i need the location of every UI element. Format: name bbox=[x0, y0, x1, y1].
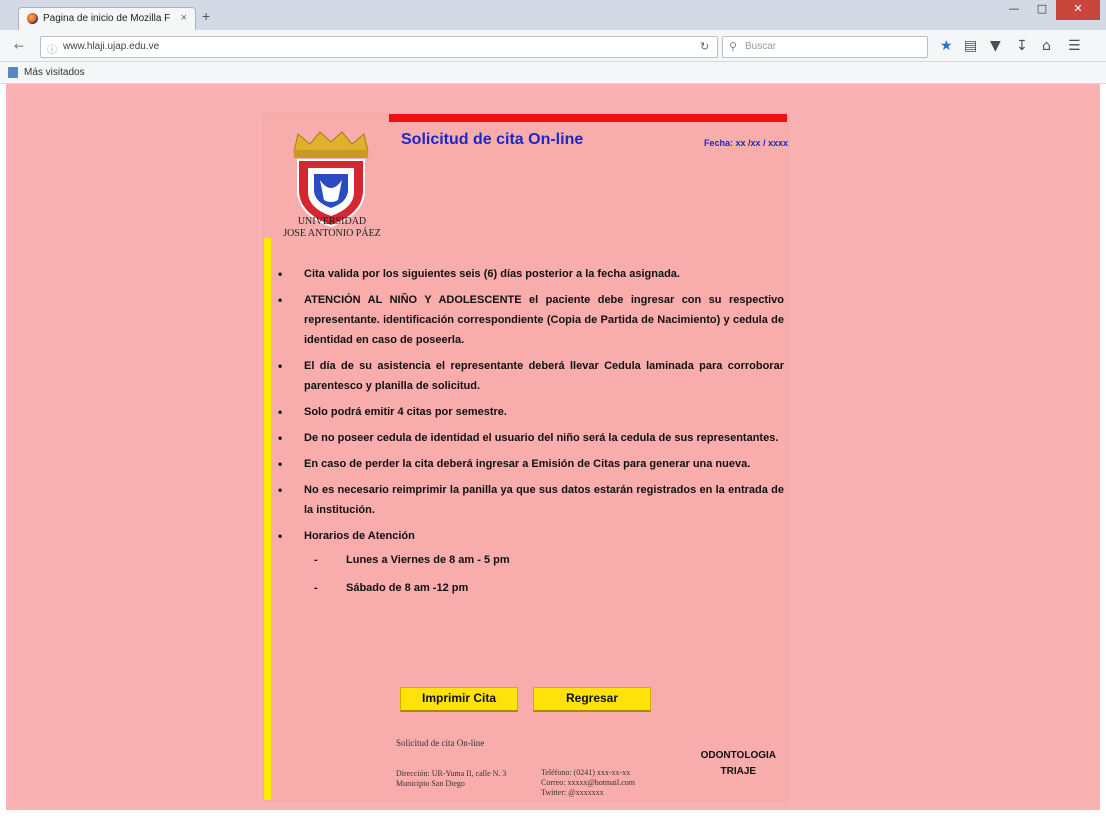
list-item: • De no poseer cedula de identidad el usu… bbox=[278, 428, 784, 448]
bullet: • bbox=[278, 293, 283, 307]
bookmarks-list-icon[interactable]: ▤ bbox=[964, 38, 977, 54]
list-item: • El día de su asistencia el representant… bbox=[278, 356, 784, 396]
rule-text: Solo podrá emitir 4 citas por semestre. bbox=[304, 406, 507, 418]
hours-text: Lunes a Viernes de 8 am - 5 pm bbox=[346, 554, 510, 566]
footer-title: Solicitud de cita On-line bbox=[396, 738, 485, 748]
navigation-bar: ← ⓘ www.hlaji.ujap.edu.ve ↻ ⚲ Buscar ★ ▤… bbox=[0, 30, 1106, 62]
list-item: • Solo podrá emitir 4 citas por semestre. bbox=[278, 402, 784, 422]
date-field: Fecha: xx /xx / xxxx bbox=[703, 138, 788, 148]
footer-address: Dirección: UR-Yuma II, calle N. 3 Munici… bbox=[396, 769, 506, 789]
rule-text: No es necesario reimprimir la panilla ya… bbox=[304, 484, 784, 516]
reload-icon[interactable]: ↻ bbox=[700, 40, 709, 53]
footer-address-line1: Dirección: UR-Yuma II, calle N. 3 bbox=[396, 769, 507, 778]
rules-list: • Cita valida por los siguientes seis (6)… bbox=[278, 264, 784, 606]
home-icon[interactable]: ⌂ bbox=[1042, 38, 1051, 54]
hours-row: - Lunes a Viernes de 8 am - 5 pm bbox=[304, 550, 784, 570]
search-input[interactable]: ⚲ Buscar bbox=[722, 36, 928, 58]
dash: - bbox=[314, 554, 318, 566]
close-window-icon[interactable]: ✕ bbox=[1056, 0, 1100, 20]
list-item: • No es necesario reimprimir la panilla y… bbox=[278, 480, 784, 520]
back-button[interactable]: Regresar bbox=[533, 687, 651, 712]
page-title: Solicitud de cita On-line bbox=[401, 131, 584, 148]
university-name-line2: JOSE ANTONIO PÁEZ bbox=[283, 228, 381, 239]
bullet: • bbox=[278, 431, 283, 445]
print-appointment-button[interactable]: Imprimir Cita bbox=[400, 687, 518, 712]
browser-tab[interactable]: Pagina de inicio de Mozilla F × bbox=[18, 7, 196, 30]
appointment-document: UNIVERSIDAD JOSE ANTONIO PÁEZ Solicitud … bbox=[264, 114, 788, 800]
hours-title: Horarios de Atención bbox=[304, 530, 415, 542]
page-content: UNIVERSIDAD JOSE ANTONIO PÁEZ Solicitud … bbox=[6, 84, 1100, 810]
url-text: www.hlaji.ujap.edu.ve bbox=[63, 41, 160, 52]
bullet: • bbox=[278, 405, 283, 419]
list-item: • Cita valida por los siguientes seis (6)… bbox=[278, 264, 784, 284]
rule-text: En caso de perder la cita deberá ingresa… bbox=[304, 458, 751, 470]
list-item: • En caso de perder la cita deberá ingres… bbox=[278, 454, 784, 474]
university-name-line1: UNIVERSIDAD bbox=[297, 216, 367, 227]
bullet: • bbox=[278, 359, 283, 373]
maximize-icon[interactable]: □ bbox=[1028, 0, 1056, 20]
university-name: UNIVERSIDAD JOSE ANTONIO PÁEZ bbox=[270, 216, 394, 240]
search-icon: ⚲ bbox=[729, 41, 738, 53]
bookmark-star-icon[interactable]: ★ bbox=[940, 38, 953, 54]
footer-contact: Teléfono: (0241) xxx-xx-xx Correo: xxxxx… bbox=[541, 768, 635, 798]
list-item: • ATENCIÓN AL NIÑO Y ADOLESCENTE el pacie… bbox=[278, 290, 784, 350]
rule-text: Cita valida por los siguientes seis (6) … bbox=[304, 268, 680, 280]
bullet: • bbox=[278, 483, 283, 497]
site-info-icon[interactable]: ⓘ bbox=[47, 41, 57, 56]
bookmark-most-visited[interactable]: Más visitados bbox=[24, 67, 85, 78]
header-red-bar bbox=[389, 114, 787, 122]
url-bar[interactable]: ⓘ www.hlaji.ujap.edu.ve bbox=[40, 36, 718, 58]
bullet: • bbox=[278, 529, 283, 543]
menu-icon[interactable]: ☰ bbox=[1068, 38, 1081, 54]
rule-text: De no poseer cedula de identidad el usua… bbox=[304, 432, 779, 444]
close-tab-icon[interactable]: × bbox=[181, 12, 187, 24]
window-controls: — □ ✕ bbox=[1000, 0, 1100, 22]
hours-list: - Lunes a Viernes de 8 am - 5 pm - Sábado … bbox=[304, 550, 784, 598]
search-placeholder: Buscar bbox=[745, 41, 777, 52]
title-bar: Pagina de inicio de Mozilla F × + — □ ✕ bbox=[0, 0, 1106, 30]
minimize-icon[interactable]: — bbox=[1000, 0, 1028, 20]
footer-twitter: Twitter: @xxxxxxx bbox=[541, 788, 604, 797]
footer-email: Correo: xxxxx@hotmail.com bbox=[541, 778, 636, 787]
footer-phone: Teléfono: (0241) xxx-xx-xx bbox=[541, 768, 631, 777]
new-tab-button[interactable]: + bbox=[202, 8, 210, 24]
firefox-icon bbox=[27, 13, 38, 24]
footer-dept-line2: TRIAJE bbox=[720, 766, 757, 777]
footer-address-line2: Municipio San Diego bbox=[396, 779, 465, 788]
hours-row: - Sábado de 8 am -12 pm bbox=[304, 578, 784, 598]
dash: - bbox=[314, 582, 318, 594]
hours-item: • Horarios de Atención - Lunes a Viernes d… bbox=[278, 526, 784, 598]
footer-dept-line1: ODONTOLOGIA bbox=[700, 750, 776, 761]
bullet: • bbox=[278, 457, 283, 471]
bookmark-folder-icon bbox=[8, 67, 18, 78]
download-icon[interactable]: ↧ bbox=[1016, 38, 1028, 54]
rule-text: El día de su asistencia el representante… bbox=[304, 360, 784, 392]
footer-department: ODONTOLOGIA TRIAJE bbox=[701, 748, 776, 780]
bookmarks-toolbar: Más visitados bbox=[0, 62, 1106, 84]
pocket-icon[interactable]: ▼ bbox=[990, 38, 1001, 54]
bullet: • bbox=[278, 267, 283, 281]
back-arrow-icon[interactable]: ← bbox=[14, 39, 24, 53]
rule-text: ATENCIÓN AL NIÑO Y ADOLESCENTE el pacien… bbox=[304, 294, 784, 346]
side-yellow-bar bbox=[264, 238, 271, 800]
tab-title: Pagina de inicio de Mozilla F bbox=[43, 13, 171, 24]
hours-text: Sábado de 8 am -12 pm bbox=[346, 582, 469, 594]
